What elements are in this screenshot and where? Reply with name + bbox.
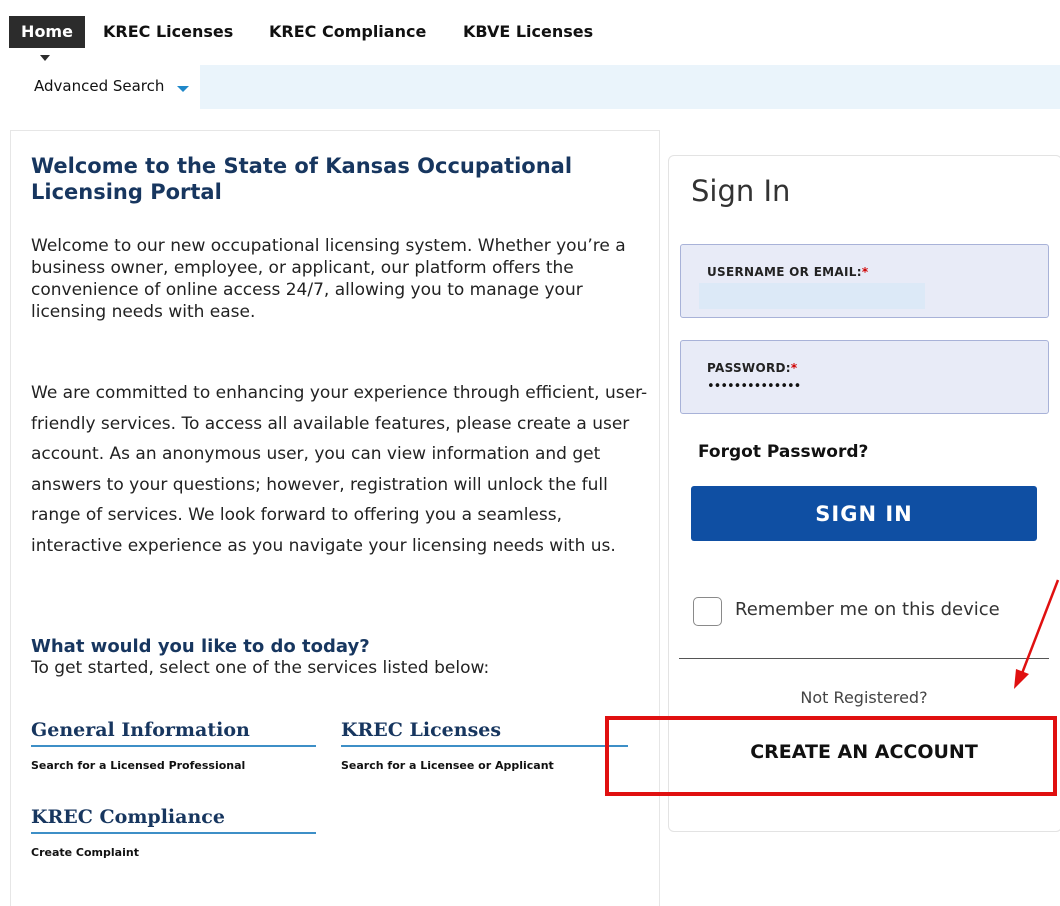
- welcome-commitment-text: We are committed to enhancing your exper…: [31, 383, 648, 556]
- sign-in-title: Sign In: [691, 174, 791, 208]
- welcome-title: Welcome to the State of Kansas Occupatio…: [31, 154, 573, 204]
- required-marker: *: [790, 361, 798, 375]
- username-input[interactable]: [699, 283, 925, 309]
- service-title[interactable]: KREC Licenses: [341, 719, 628, 747]
- username-label: USERNAME OR EMAIL:*: [707, 265, 869, 279]
- sign-in-panel: Sign In USERNAME OR EMAIL:* PASSWORD:* •…: [668, 155, 1060, 832]
- not-registered-text: Not Registered?: [800, 688, 928, 707]
- divider: [679, 658, 1049, 659]
- password-label: PASSWORD:*: [707, 361, 798, 375]
- service-description[interactable]: Create Complaint: [31, 846, 316, 859]
- remember-me-checkbox[interactable]: [693, 597, 722, 626]
- welcome-panel: Welcome to the State of Kansas Occupatio…: [10, 130, 660, 906]
- password-field[interactable]: PASSWORD:* ••••••••••••••: [680, 340, 1049, 414]
- services-question-subtitle: To get started, select one of the servic…: [31, 658, 490, 678]
- nav-kbve-licenses-tab[interactable]: KBVE Licenses: [463, 18, 593, 46]
- service-title[interactable]: KREC Compliance: [31, 806, 316, 834]
- nav-home-tab[interactable]: Home: [9, 16, 85, 48]
- service-general-information[interactable]: General Information Search for a License…: [31, 719, 316, 772]
- service-description[interactable]: Search for a Licensed Professional: [31, 759, 316, 772]
- password-input[interactable]: ••••••••••••••: [707, 379, 801, 394]
- nav-krec-compliance-tab[interactable]: KREC Compliance: [269, 18, 426, 46]
- dropdown-caret-icon: [177, 86, 189, 92]
- top-navigation: Home KREC Licenses KREC Compliance KBVE …: [0, 0, 1060, 62]
- service-title[interactable]: General Information: [31, 719, 316, 747]
- service-description[interactable]: Search for a Licensee or Applicant: [341, 759, 628, 772]
- sign-in-button[interactable]: SIGN IN: [691, 486, 1037, 541]
- forgot-password-link[interactable]: Forgot Password?: [698, 442, 868, 462]
- welcome-intro-text: Welcome to our new occupational licensin…: [31, 236, 626, 322]
- nav-krec-licenses-tab[interactable]: KREC Licenses: [103, 18, 233, 46]
- required-marker: *: [861, 265, 869, 279]
- service-krec-compliance[interactable]: KREC Compliance Create Complaint: [31, 806, 316, 859]
- create-account-link[interactable]: CREATE AN ACCOUNT: [669, 741, 1059, 763]
- remember-me-label[interactable]: Remember me on this device: [735, 599, 1000, 620]
- username-field[interactable]: USERNAME OR EMAIL:*: [680, 244, 1049, 318]
- service-krec-licenses[interactable]: KREC Licenses Search for a Licensee or A…: [341, 719, 628, 772]
- active-tab-caret-icon: [40, 55, 50, 61]
- advanced-search-menu[interactable]: Advanced Search: [20, 65, 200, 109]
- services-question-title: What would you like to do today?: [31, 636, 370, 657]
- advanced-search-label: Advanced Search: [34, 77, 165, 95]
- sub-navigation-bar: Advanced Search: [20, 65, 1060, 109]
